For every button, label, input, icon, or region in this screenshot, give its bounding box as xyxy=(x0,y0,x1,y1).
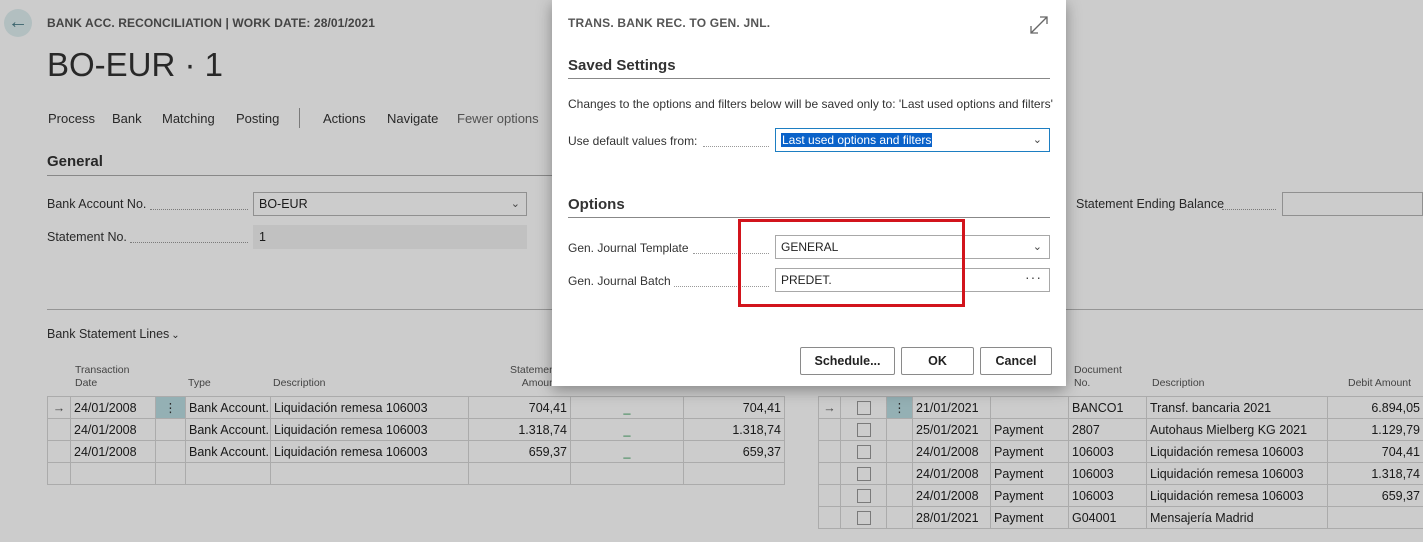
options-title: Options xyxy=(568,196,625,213)
transfer-dialog: TRANS. BANK REC. TO GEN. JNL. Saved Sett… xyxy=(552,0,1066,386)
saved-settings-note: Changes to the options and filters below… xyxy=(568,97,1053,111)
chevron-down-icon[interactable]: ⌄ xyxy=(1033,129,1042,151)
dotted-leader xyxy=(703,146,769,147)
dialog-caption: TRANS. BANK REC. TO GEN. JNL. xyxy=(568,16,771,30)
template-label: Gen. Journal Template xyxy=(568,241,689,255)
batch-label: Gen. Journal Batch xyxy=(568,274,671,288)
schedule-button[interactable]: Schedule... xyxy=(800,347,895,375)
lookup-ellipsis-icon[interactable]: ··· xyxy=(1025,266,1042,288)
default-values-select[interactable]: Last used options and filters ⌄ xyxy=(775,128,1050,152)
chevron-down-icon[interactable]: ⌄ xyxy=(1033,236,1042,258)
cancel-button[interactable]: Cancel xyxy=(980,347,1052,375)
expand-icon[interactable] xyxy=(1028,14,1050,36)
default-values-label: Use default values from: xyxy=(568,134,698,148)
saved-settings-title: Saved Settings xyxy=(568,57,676,74)
options-divider xyxy=(568,217,1050,218)
red-highlight-box xyxy=(738,219,965,307)
default-values-selected: Last used options and filters xyxy=(781,133,933,147)
saved-settings-divider xyxy=(568,78,1050,79)
ok-button[interactable]: OK xyxy=(901,347,974,375)
